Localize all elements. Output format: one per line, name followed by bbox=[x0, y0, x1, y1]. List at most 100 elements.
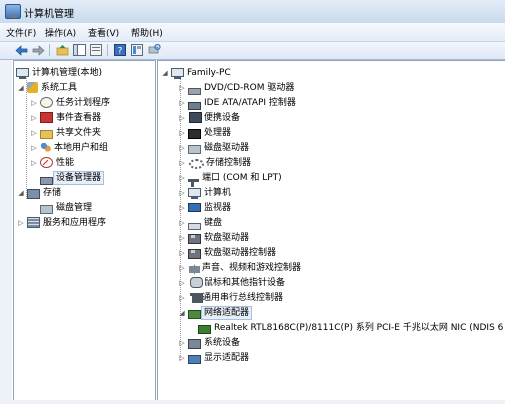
tree-storage[interactable]: ◢ 存储 bbox=[17, 185, 61, 200]
expand-icon[interactable]: ▷ bbox=[178, 204, 186, 212]
expand-icon[interactable]: ▷ bbox=[178, 249, 186, 257]
device-category-floppy[interactable]: ▷ 软盘驱动器 bbox=[178, 230, 249, 245]
device-category-display[interactable]: ▷ 显示适配器 bbox=[178, 350, 249, 365]
expand-icon[interactable]: ▷ bbox=[178, 159, 186, 167]
forward-arrow-icon[interactable] bbox=[31, 43, 45, 57]
collapse-icon[interactable]: ◢ bbox=[161, 69, 169, 77]
tree-event-viewer-label: 事件查看器 bbox=[56, 112, 102, 123]
toolbar: ? bbox=[0, 42, 505, 60]
expand-icon[interactable]: ▷ bbox=[178, 144, 186, 152]
tree-local-users[interactable]: ▷ 本地用户和组 bbox=[30, 140, 108, 155]
network-adapter-icon bbox=[188, 310, 201, 319]
computer-icon bbox=[188, 188, 201, 199]
device-category-dvd[interactable]: ▷ DVD/CD-ROM 驱动器 bbox=[178, 80, 294, 95]
tree-event-viewer[interactable]: ▷ 事件查看器 bbox=[30, 110, 101, 125]
tree-system-tools[interactable]: ◢ 系统工具 bbox=[17, 80, 77, 95]
properties-icon[interactable] bbox=[89, 43, 103, 57]
device-category-label: 系统设备 bbox=[204, 337, 241, 348]
expand-icon[interactable]: ▷ bbox=[30, 144, 38, 152]
device-category-ide[interactable]: ▷ IDE ATA/ATAPI 控制器 bbox=[178, 95, 296, 110]
expand-icon[interactable]: ▷ bbox=[178, 354, 186, 362]
device-category-label: 端口 (COM 和 LPT) bbox=[202, 172, 282, 183]
collapse-icon[interactable]: ◢ bbox=[178, 309, 186, 317]
tree-task-scheduler[interactable]: ▷ 任务计划程序 bbox=[30, 95, 110, 110]
show-hide-tree-icon[interactable] bbox=[72, 43, 86, 57]
expand-icon[interactable]: ▷ bbox=[178, 264, 186, 272]
scan-hardware-icon[interactable] bbox=[147, 43, 161, 57]
expand-icon[interactable]: ▷ bbox=[178, 189, 186, 197]
performance-icon bbox=[40, 157, 53, 168]
device-category-usb[interactable]: ▷ 通用串行总线控制器 bbox=[178, 290, 283, 305]
up-folder-icon[interactable] bbox=[55, 43, 69, 57]
expand-icon[interactable]: ▷ bbox=[178, 279, 186, 287]
toolbar-separator bbox=[49, 44, 50, 56]
device-category-label: 软盘驱动器控制器 bbox=[204, 247, 277, 258]
device-category-label: 处理器 bbox=[204, 127, 232, 138]
keyboard-icon bbox=[188, 223, 201, 230]
tree-shared-folders[interactable]: ▷ 共享文件夹 bbox=[30, 125, 101, 140]
expand-icon[interactable]: ▷ bbox=[178, 294, 186, 302]
tree-system-tools-label: 系统工具 bbox=[41, 82, 78, 93]
svg-text:?: ? bbox=[118, 47, 123, 57]
tree-services-apps[interactable]: ▷ 服务和应用程序 bbox=[17, 215, 106, 230]
tree-device-manager[interactable]: 设备管理器 bbox=[30, 170, 105, 185]
back-arrow-icon[interactable] bbox=[14, 43, 28, 57]
navigation-tree: 计算机管理(本地) ◢ 系统工具 ▷ 任务计划程序 ▷ 事件查看器 ▷ 共享文件… bbox=[13, 60, 156, 402]
device-category-label: 网络适配器 bbox=[201, 305, 253, 320]
help-icon[interactable]: ? bbox=[113, 43, 127, 57]
tree-disk-management[interactable]: 磁盘管理 bbox=[30, 200, 92, 215]
menu-view[interactable]: 查看(V) bbox=[88, 26, 119, 39]
window-bottom-edge bbox=[0, 400, 505, 404]
device-category-storage-controller[interactable]: ▷ 存储控制器 bbox=[178, 155, 251, 170]
expand-icon[interactable]: ▷ bbox=[178, 114, 186, 122]
expand-icon[interactable]: ▷ bbox=[30, 114, 38, 122]
menu-help[interactable]: 帮助(H) bbox=[131, 26, 163, 39]
device-category-computer[interactable]: ▷ 计算机 bbox=[178, 185, 231, 200]
device-category-ports[interactable]: ▷ 端口 (COM 和 LPT) bbox=[178, 170, 282, 187]
collapse-icon[interactable]: ◢ bbox=[17, 189, 25, 197]
device-tree: ◢ Family-PC ▷ DVD/CD-ROM 驱动器 ▷ IDE ATA/A… bbox=[157, 60, 505, 401]
expand-icon[interactable]: ▷ bbox=[30, 99, 38, 107]
device-category-network[interactable]: ◢ 网络适配器 bbox=[178, 305, 253, 320]
window-left-edge bbox=[0, 60, 12, 404]
expand-icon[interactable]: ▷ bbox=[17, 219, 25, 227]
device-category-portable[interactable]: ▷ 便携设备 bbox=[178, 110, 240, 125]
tree-root-label: 计算机管理(本地) bbox=[32, 67, 103, 78]
expand-icon[interactable]: ▷ bbox=[30, 129, 38, 137]
shared-folder-icon bbox=[40, 130, 53, 139]
expand-icon[interactable]: ▷ bbox=[178, 339, 186, 347]
tree-storage-label: 存储 bbox=[43, 187, 62, 198]
device-category-label: DVD/CD-ROM 驱动器 bbox=[204, 82, 295, 93]
computer-management-window: 计算机管理 文件(F) 操作(A) 查看(V) 帮助(H) ? 计算机管理(本地… bbox=[0, 0, 505, 404]
device-category-label: 便携设备 bbox=[204, 112, 241, 123]
device-manager-icon bbox=[40, 176, 53, 185]
expand-icon[interactable]: ▷ bbox=[178, 84, 186, 92]
tree-performance[interactable]: ▷ 性能 bbox=[30, 155, 74, 170]
device-category-disk[interactable]: ▷ 磁盘驱动器 bbox=[178, 140, 249, 155]
collapse-icon[interactable]: ◢ bbox=[17, 84, 25, 92]
device-category-monitor[interactable]: ▷ 监视器 bbox=[178, 200, 231, 215]
tree-root[interactable]: 计算机管理(本地) bbox=[16, 65, 102, 80]
device-category-floppy-controller[interactable]: ▷ 软盘驱动器控制器 bbox=[178, 245, 276, 260]
expand-icon[interactable]: ▷ bbox=[178, 219, 186, 227]
device-category-keyboard[interactable]: ▷ 键盘 bbox=[178, 215, 222, 230]
expand-icon[interactable]: ▷ bbox=[178, 174, 186, 182]
device-category-mouse[interactable]: ▷ 鼠标和其他指针设备 bbox=[178, 275, 285, 290]
network-card-icon bbox=[198, 325, 211, 334]
expand-icon[interactable]: ▷ bbox=[178, 234, 186, 242]
expand-icon[interactable]: ▷ bbox=[178, 129, 186, 137]
device-network-adapter-item[interactable]: Realtek RTL8168C(P)/8111C(P) 系列 PCI-E 千兆… bbox=[198, 320, 503, 335]
view-icon[interactable] bbox=[130, 43, 144, 57]
device-category-processor[interactable]: ▷ 处理器 bbox=[178, 125, 231, 140]
device-root-label: Family-PC bbox=[187, 67, 231, 78]
device-root[interactable]: ◢ Family-PC bbox=[161, 65, 231, 80]
expand-icon[interactable]: ▷ bbox=[30, 159, 38, 167]
display-adapter-icon bbox=[188, 355, 201, 364]
device-category-sound[interactable]: ▷ 声音、视频和游戏控制器 bbox=[178, 260, 301, 275]
tree-device-manager-label: 设备管理器 bbox=[53, 170, 105, 185]
menu-file[interactable]: 文件(F) bbox=[6, 26, 36, 39]
expand-icon[interactable]: ▷ bbox=[178, 99, 186, 107]
device-category-system[interactable]: ▷ 系统设备 bbox=[178, 335, 240, 350]
menu-action[interactable]: 操作(A) bbox=[45, 26, 76, 39]
dvd-icon bbox=[188, 88, 201, 95]
